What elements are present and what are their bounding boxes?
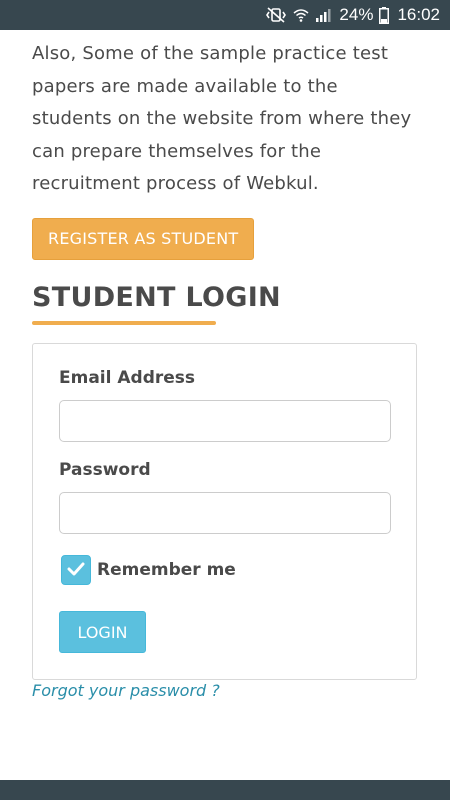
main-content: Also, Some of the sample practice test p… xyxy=(32,30,418,700)
login-form-card: Email Address Password Remember me LOGIN xyxy=(32,343,417,680)
clock: 16:02 xyxy=(397,5,440,24)
battery-icon xyxy=(379,6,390,24)
checkmark-icon xyxy=(67,561,85,580)
intro-paragraph: Also, Some of the sample practice test p… xyxy=(32,43,412,194)
title-underline xyxy=(32,320,216,325)
battery-percent: 24% xyxy=(339,5,374,24)
status-bar: 24% 16:02 xyxy=(0,0,450,30)
signal-icon xyxy=(315,7,331,23)
forgot-password-link[interactable]: Forgot your password ? xyxy=(32,681,220,700)
password-field[interactable] xyxy=(59,492,391,534)
email-field[interactable] xyxy=(59,400,391,442)
bottom-bar xyxy=(0,780,450,800)
login-button[interactable]: LOGIN xyxy=(59,611,146,653)
mute-vibrate-icon xyxy=(265,7,287,23)
password-label: Password xyxy=(59,460,151,480)
register-as-student-button[interactable]: REGISTER AS STUDENT xyxy=(32,217,255,260)
student-login-title: STUDENT LOGIN xyxy=(32,281,281,313)
email-label: Email Address xyxy=(59,368,196,388)
wifi-icon xyxy=(293,7,309,23)
remember-me-label[interactable]: Remember me xyxy=(97,560,236,580)
remember-me-checkbox[interactable] xyxy=(61,555,91,585)
remember-me-row: Remember me xyxy=(61,555,236,585)
